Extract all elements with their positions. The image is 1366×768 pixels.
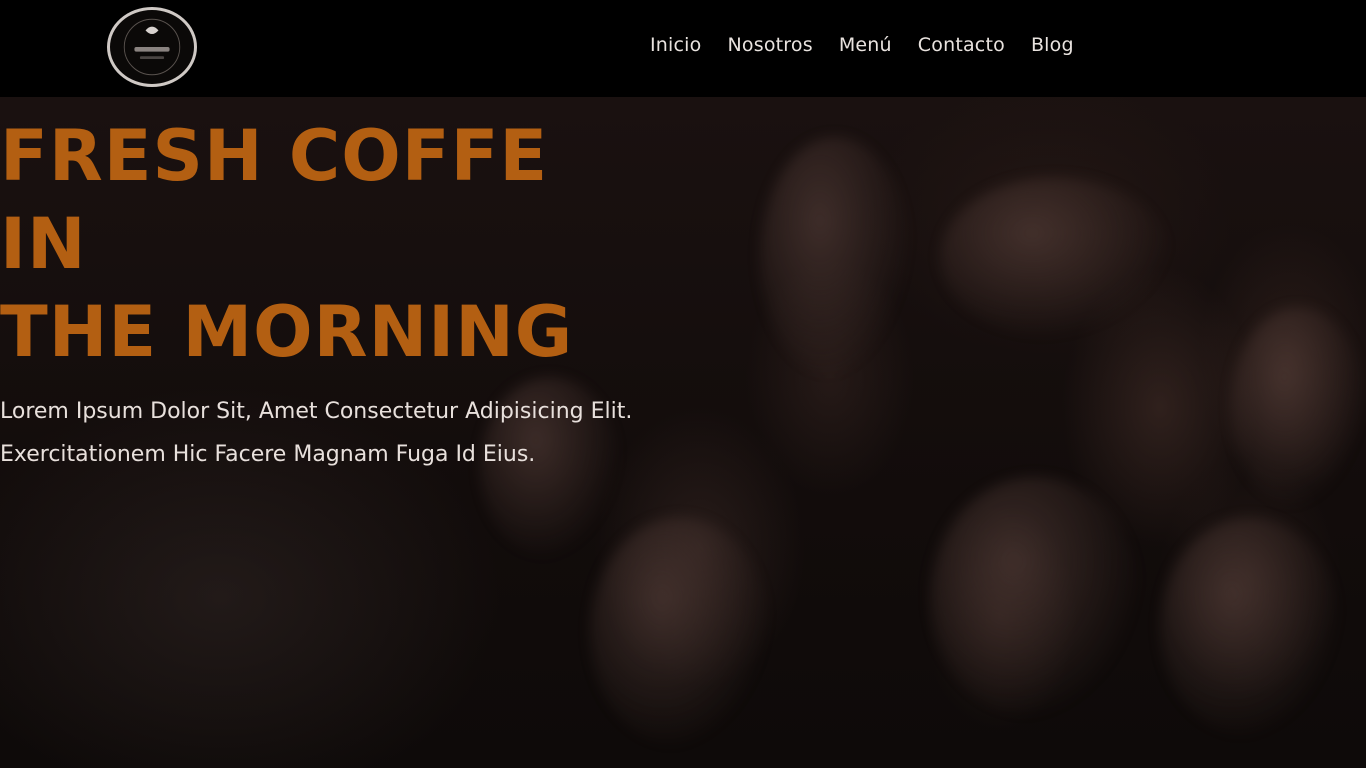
nav-link-blog[interactable]: Blog: [1031, 34, 1074, 56]
navbar: Inicio Nosotros Menú Contacto Blog: [0, 0, 1366, 97]
nav-links: Inicio Nosotros Menú Contacto Blog: [650, 34, 1074, 56]
nav-link-menu[interactable]: Menú: [839, 34, 892, 56]
coffee-bean-image: [940, 177, 1170, 337]
hero-description: Lorem Ipsum Dolor Sit, Amet Consectetur …: [0, 390, 720, 476]
hero-content: FRESH COFFE IN THE MORNING Lorem Ipsum D…: [0, 112, 720, 476]
nav-link-inicio[interactable]: Inicio: [650, 34, 701, 56]
nav-link-contacto[interactable]: Contacto: [918, 34, 1005, 56]
hero-title: FRESH COFFE IN THE MORNING: [0, 112, 660, 376]
logo[interactable]: [107, 7, 197, 87]
coffee-bean-image: [1230, 307, 1366, 507]
coffee-logo-icon: [123, 18, 181, 76]
coffee-bean-image: [1160, 517, 1340, 737]
nav-link-nosotros[interactable]: Nosotros: [727, 34, 812, 56]
coffee-bean-image: [590, 517, 770, 747]
coffee-bean-image: [930, 477, 1140, 717]
hero-title-line-1: FRESH COFFE IN: [0, 115, 549, 285]
hero-description-line-1: Lorem Ipsum Dolor Sit, Amet Consectetur …: [0, 399, 633, 424]
hero-title-line-2: THE MORNING: [0, 291, 574, 373]
hero-description-line-2: Exercitationem Hic Facere Magnam Fuga Id…: [0, 442, 536, 467]
coffee-bean-image: [760, 137, 910, 377]
